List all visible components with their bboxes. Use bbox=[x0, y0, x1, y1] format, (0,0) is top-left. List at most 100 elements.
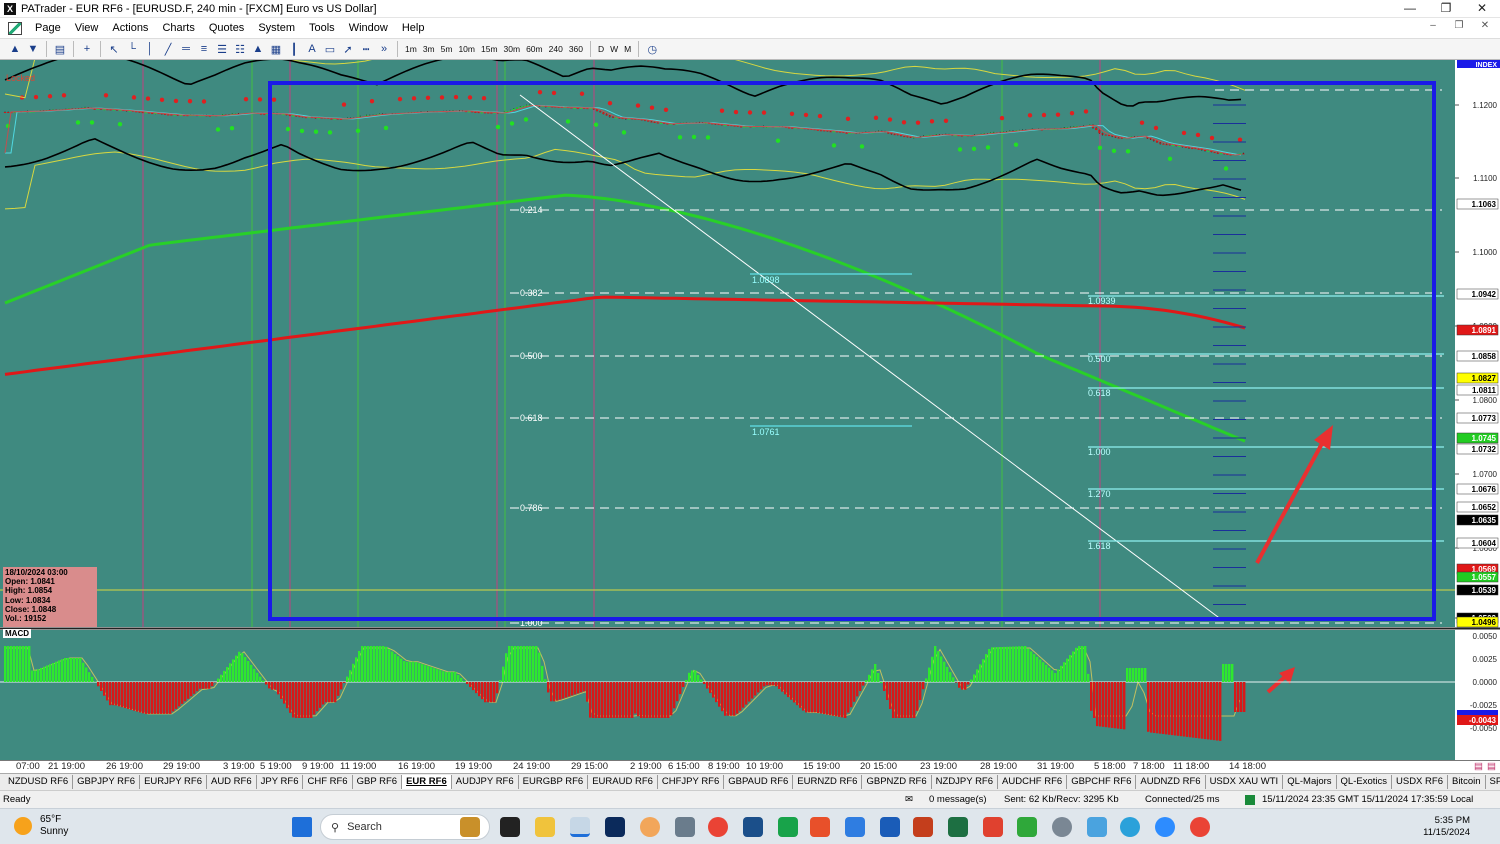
ruler-tool-icon[interactable]: ┅ bbox=[357, 41, 375, 57]
timeframe-5m[interactable]: 5m bbox=[438, 44, 456, 54]
timeframe-m[interactable]: M bbox=[621, 44, 634, 54]
tab-jpy-rf6[interactable]: JPY RF6 bbox=[257, 775, 304, 789]
tab-chfjpy-rf6[interactable]: CHFJPY RF6 bbox=[658, 775, 725, 789]
menu-help[interactable]: Help bbox=[395, 22, 432, 34]
menu-quotes[interactable]: Quotes bbox=[202, 22, 251, 34]
tab-ql-exotics[interactable]: QL-Exotics bbox=[1337, 775, 1392, 789]
tab-audnzd-rf6[interactable]: AUDNZD RF6 bbox=[1136, 775, 1206, 789]
tab-eurnzd-rf6[interactable]: EURNZD RF6 bbox=[793, 775, 863, 789]
system-clock[interactable]: 5:35 PM 11/15/2024 bbox=[1423, 815, 1470, 839]
patrader-app-icon[interactable] bbox=[570, 817, 590, 837]
scroll-left-icon[interactable]: ▤ bbox=[1474, 761, 1483, 772]
timeframe-w[interactable]: W bbox=[607, 44, 621, 54]
buy-sell-icon[interactable]: ▲ bbox=[6, 41, 24, 57]
chart-type-icon[interactable]: ▤ bbox=[51, 41, 69, 57]
close-icon[interactable]: ✕ bbox=[1464, 0, 1500, 18]
ic-app-icon[interactable] bbox=[605, 817, 625, 837]
vertical-line-icon[interactable]: │ bbox=[141, 41, 159, 57]
menu-window[interactable]: Window bbox=[342, 22, 395, 34]
mdi-minimize-icon[interactable]: – bbox=[1420, 20, 1446, 31]
green-chart-app-icon[interactable] bbox=[778, 817, 798, 837]
price-chart[interactable]: 0.214 0.382 0.500 0.618 0.786 1.000 1.0939 0.50… bbox=[0, 60, 1500, 760]
tab-euraud-rf6[interactable]: EURAUD RF6 bbox=[588, 775, 658, 789]
timeframe-240[interactable]: 240 bbox=[546, 44, 566, 54]
s-red-app-icon[interactable] bbox=[810, 817, 830, 837]
gann-icon[interactable]: ▦ bbox=[267, 41, 285, 57]
s-blue-app-icon[interactable] bbox=[845, 817, 865, 837]
weather-widget[interactable]: 65°F Sunny bbox=[14, 814, 68, 838]
rectangle-tool-icon[interactable]: ▭ bbox=[321, 41, 339, 57]
more-tools-icon[interactable]: » bbox=[375, 41, 393, 57]
crosshair-icon[interactable]: + bbox=[78, 41, 96, 57]
scroll-right-icon[interactable]: ▤ bbox=[1487, 761, 1496, 772]
fib-retracement-icon[interactable]: ☰ bbox=[213, 41, 231, 57]
menu-view[interactable]: View bbox=[68, 22, 106, 34]
powerpoint-icon[interactable] bbox=[913, 817, 933, 837]
tab-nzdjpy-rf6[interactable]: NZDJPY RF6 bbox=[932, 775, 999, 789]
tab-gbpchf-rf6[interactable]: GBPCHF RF6 bbox=[1067, 775, 1137, 789]
channel-icon[interactable]: ═ bbox=[177, 41, 195, 57]
menu-tools[interactable]: Tools bbox=[302, 22, 342, 34]
menu-page[interactable]: Page bbox=[28, 22, 68, 34]
chart-area[interactable]: 0.214 0.382 0.500 0.618 0.786 1.000 1.0939 0.50… bbox=[0, 60, 1500, 760]
timeframe-360[interactable]: 360 bbox=[566, 44, 586, 54]
briefcase-app-icon[interactable] bbox=[460, 817, 480, 837]
tab-usdx-rf6[interactable]: USDX RF6 bbox=[1392, 775, 1448, 789]
time-zones-icon[interactable]: ┃ bbox=[285, 41, 303, 57]
windows-start-icon[interactable] bbox=[292, 817, 312, 837]
telegram-icon[interactable] bbox=[1120, 817, 1140, 837]
tab-nzdusd-rf6[interactable]: NZDUSD RF6 bbox=[4, 775, 74, 789]
tab-gbpjpy-rf6[interactable]: GBPJPY RF6 bbox=[73, 775, 141, 789]
chart-menu-icon[interactable] bbox=[8, 21, 22, 35]
tab-chf-rf6[interactable]: CHF RF6 bbox=[303, 775, 353, 789]
word-icon[interactable] bbox=[880, 817, 900, 837]
timeframe-1m[interactable]: 1m bbox=[402, 44, 420, 54]
fib-extension-icon[interactable]: ☷ bbox=[231, 41, 249, 57]
trend-line-icon[interactable]: ╱ bbox=[159, 41, 177, 57]
maximize-icon[interactable]: ❐ bbox=[1428, 0, 1464, 18]
chrome-icon[interactable] bbox=[708, 817, 728, 837]
tab-gbpnzd-rf6[interactable]: GBPNZD RF6 bbox=[862, 775, 932, 789]
tab-eurjpy-rf6[interactable]: EURJPY RF6 bbox=[140, 775, 207, 789]
tab-eurgbp-rf6[interactable]: EURGBP RF6 bbox=[519, 775, 589, 789]
tab-eur-rf6[interactable]: EUR RF6 bbox=[402, 775, 452, 789]
order-icon[interactable]: ▼ bbox=[24, 41, 42, 57]
tab-sp500-rf6[interactable]: SP500 RF6 bbox=[1486, 775, 1500, 789]
notepad-app-icon[interactable] bbox=[743, 817, 763, 837]
fibonacci-icon[interactable]: ≡ bbox=[195, 41, 213, 57]
timeframe-10m[interactable]: 10m bbox=[455, 44, 478, 54]
text-tool-icon[interactable]: A bbox=[303, 41, 321, 57]
menu-actions[interactable]: Actions bbox=[105, 22, 155, 34]
chrome-alt-icon[interactable] bbox=[1190, 817, 1210, 837]
menu-system[interactable]: System bbox=[251, 22, 302, 34]
tab-gbp-rf6[interactable]: GBP RF6 bbox=[353, 775, 403, 789]
arrow-tool-icon[interactable]: ➚ bbox=[339, 41, 357, 57]
timeframe-30m[interactable]: 30m bbox=[501, 44, 524, 54]
c-red-app-icon[interactable] bbox=[983, 817, 1003, 837]
calculator-icon[interactable] bbox=[675, 817, 695, 837]
tab-audjpy-rf6[interactable]: AUDJPY RF6 bbox=[452, 775, 519, 789]
tab-audchf-rf6[interactable]: AUDCHF RF6 bbox=[998, 775, 1068, 789]
clock-icon[interactable]: ◷ bbox=[643, 41, 661, 57]
tab-ql-majors[interactable]: QL-Majors bbox=[1283, 775, 1337, 789]
timeframe-15m[interactable]: 15m bbox=[478, 44, 501, 54]
mdi-restore-icon[interactable]: ❐ bbox=[1446, 20, 1472, 31]
zoom-icon[interactable] bbox=[1155, 817, 1175, 837]
timeframe-60m[interactable]: 60m bbox=[523, 44, 546, 54]
terminal-app-icon[interactable] bbox=[500, 817, 520, 837]
tab-aud-rf6[interactable]: AUD RF6 bbox=[207, 775, 257, 789]
tab-usdx-xau-wti[interactable]: USDX XAU WTI bbox=[1206, 775, 1284, 789]
file-explorer-icon[interactable] bbox=[535, 817, 555, 837]
tab-gbpaud-rf6[interactable]: GBPAUD RF6 bbox=[724, 775, 794, 789]
timeframe-d[interactable]: D bbox=[595, 44, 607, 54]
c-green-app-icon[interactable] bbox=[1017, 817, 1037, 837]
orange-app-icon[interactable] bbox=[640, 817, 660, 837]
minimize-icon[interactable]: — bbox=[1392, 0, 1428, 18]
mdi-close-icon[interactable]: ✕ bbox=[1472, 20, 1498, 31]
pointer-icon[interactable]: ↖ bbox=[105, 41, 123, 57]
fib-fan-icon[interactable]: ▲ bbox=[249, 41, 267, 57]
menu-charts[interactable]: Charts bbox=[155, 22, 201, 34]
timeframe-3m[interactable]: 3m bbox=[420, 44, 438, 54]
horizontal-line-icon[interactable]: └ bbox=[123, 41, 141, 57]
remote-desktop-icon[interactable] bbox=[1087, 817, 1107, 837]
